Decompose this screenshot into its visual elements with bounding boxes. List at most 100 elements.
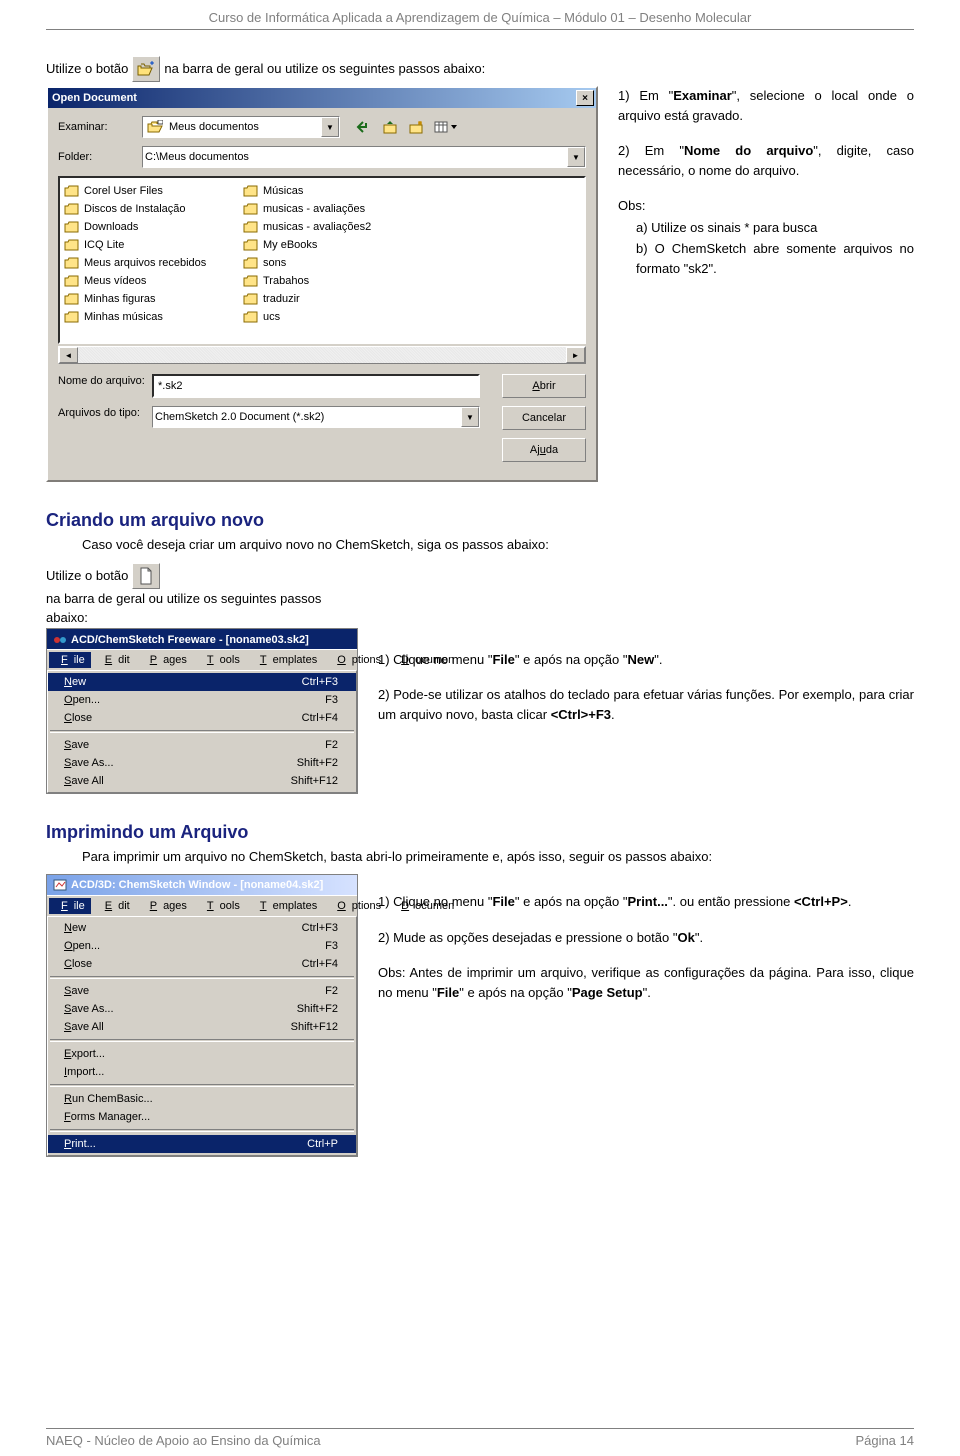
file-label: ucs — [263, 311, 280, 323]
ajuda-button[interactable]: Ajuda — [502, 438, 586, 462]
file-label: Meus arquivos recebidos — [84, 257, 206, 269]
tipo-label: Arquivos do tipo: — [58, 406, 146, 420]
sec-b-intro: Para imprimir um arquivo no ChemSketch, … — [46, 847, 914, 867]
chevron-down-icon[interactable]: ▼ — [567, 147, 585, 167]
menu-edit[interactable]: Edit — [93, 898, 136, 914]
folder-icon — [64, 202, 80, 216]
folder-combo[interactable]: C:\Meus documentos ▼ — [142, 146, 586, 168]
tipo-value: ChemSketch 2.0 Document (*.sk2) — [153, 411, 461, 423]
menu-item[interactable]: CloseCtrl+F4 — [48, 709, 356, 727]
scroll-left-icon[interactable]: ◄ — [59, 347, 78, 363]
menu-item[interactable]: CloseCtrl+F4 — [48, 955, 356, 973]
list-item[interactable]: Minhas músicas — [60, 308, 239, 326]
menubar-1[interactable]: FileEditPagesToolsTemplatesOptionsDocume… — [47, 649, 357, 670]
app-icon — [53, 633, 67, 647]
menu-item[interactable]: Open...F3 — [48, 937, 356, 955]
menu-item[interactable]: Run ChemBasic... — [48, 1090, 356, 1108]
list-item[interactable]: Trabahos — [239, 272, 418, 290]
list-item[interactable]: Minhas figuras — [60, 290, 239, 308]
menu-templates[interactable]: Templates — [248, 652, 323, 668]
folder-icon — [243, 274, 259, 288]
list-item[interactable]: Corel User Files — [60, 182, 239, 200]
up-one-level-icon[interactable] — [378, 116, 402, 138]
nome-label: Nome do arquivo: — [58, 374, 146, 388]
folder-open-icon — [146, 118, 164, 136]
chevron-down-icon[interactable]: ▼ — [321, 117, 339, 137]
list-item[interactable]: Meus vídeos — [60, 272, 239, 290]
abrir-label: brir — [540, 380, 556, 392]
list-item[interactable]: musicas - avaliações — [239, 200, 418, 218]
menu-edit[interactable]: Edit — [93, 652, 136, 668]
menu-templates[interactable]: Templates — [248, 898, 323, 914]
menu-item[interactable]: Save As...Shift+F2 — [48, 1000, 356, 1018]
scroll-right-icon[interactable]: ► — [566, 347, 585, 363]
file-label: My eBooks — [263, 239, 317, 251]
list-item[interactable]: Discos de Instalação — [60, 200, 239, 218]
menu-item[interactable]: SaveF2 — [48, 982, 356, 1000]
page-footer: NAEQ - Núcleo de Apoio ao Ensino da Quím… — [46, 1428, 914, 1448]
folder-icon — [243, 256, 259, 270]
list-item[interactable]: Meus arquivos recebidos — [60, 254, 239, 272]
file-label: musicas - avaliações — [263, 203, 365, 215]
menu-item[interactable]: Export... — [48, 1045, 356, 1063]
list-item[interactable]: traduzir — [239, 290, 418, 308]
tipo-combo[interactable]: ChemSketch 2.0 Document (*.sk2) ▼ — [152, 406, 480, 428]
menu-item[interactable]: NewCtrl+F3 — [48, 919, 356, 937]
file-menu-1: ACD/ChemSketch Freeware - [noname03.sk2]… — [46, 628, 358, 794]
menu-pages[interactable]: Pages — [138, 652, 193, 668]
menu-tools[interactable]: Tools — [195, 898, 246, 914]
menu-item[interactable]: Print...Ctrl+P — [48, 1135, 356, 1153]
menu-item[interactable]: Save AllShift+F12 — [48, 1018, 356, 1036]
scrollbar[interactable]: ◄ ► — [58, 346, 586, 364]
examinar-combo[interactable]: Meus documentos ▼ — [142, 116, 340, 138]
intro-before: Utilize o botão — [46, 59, 128, 79]
list-item[interactable]: ucs — [239, 308, 418, 326]
file-list[interactable]: Corel User Files Discos de Instalação Down… — [58, 176, 586, 344]
app-titlebar-1: ACD/ChemSketch Freeware - [noname03.sk2] — [47, 629, 357, 649]
heading-imprimindo: Imprimindo um Arquivo — [46, 822, 914, 843]
menu-item[interactable]: SaveF2 — [48, 736, 356, 754]
aside-2: 1) Clique no menu "File" e após na opção… — [378, 628, 914, 741]
list-item[interactable]: Músicas — [239, 182, 418, 200]
menulist-2[interactable]: NewCtrl+F3Open...F3CloseCtrl+F4SaveF2Sav… — [47, 916, 357, 1156]
menu-tools[interactable]: Tools — [195, 652, 246, 668]
cancelar-button[interactable]: Cancelar — [502, 406, 586, 430]
menu-item[interactable]: Forms Manager... — [48, 1108, 356, 1126]
menu-item[interactable]: Import... — [48, 1063, 356, 1081]
close-icon[interactable]: × — [576, 90, 594, 106]
examinar-label: Examinar: — [58, 121, 136, 133]
list-item[interactable]: musicas - avaliações2 — [239, 218, 418, 236]
menulist-1[interactable]: NewCtrl+F3Open...F3CloseCtrl+F4SaveF2Sav… — [47, 670, 357, 793]
menu-file[interactable]: File — [49, 652, 91, 668]
chevron-down-icon[interactable]: ▼ — [461, 407, 479, 427]
abrir-button[interactable]: Abrir — [502, 374, 586, 398]
list-item[interactable]: sons — [239, 254, 418, 272]
sec-a-intro: Caso você deseja criar um arquivo novo n… — [46, 535, 914, 555]
nome-input[interactable]: *.sk2 — [152, 374, 480, 398]
examinar-value: Meus documentos — [167, 121, 321, 133]
menu-item[interactable]: Save As...Shift+F2 — [48, 754, 356, 772]
file-label: sons — [263, 257, 286, 269]
menubar-2[interactable]: FileEditPagesToolsTemplatesOptionsDocume… — [47, 895, 357, 916]
menu-pages[interactable]: Pages — [138, 898, 193, 914]
view-menu-icon[interactable] — [430, 116, 462, 138]
file-label: Discos de Instalação — [84, 203, 186, 215]
menu-item[interactable]: Save AllShift+F12 — [48, 772, 356, 790]
file-label: Trabahos — [263, 275, 309, 287]
folder-label: Folder: — [58, 151, 136, 163]
folder-icon — [243, 184, 259, 198]
footer-right: Página 14 — [855, 1433, 914, 1448]
folder-icon — [64, 220, 80, 234]
list-item[interactable]: Downloads — [60, 218, 239, 236]
menu-item[interactable]: Open...F3 — [48, 691, 356, 709]
menu-item[interactable]: NewCtrl+F3 — [48, 673, 356, 691]
back-icon[interactable] — [352, 116, 376, 138]
new-folder-icon[interactable] — [404, 116, 428, 138]
folder-icon — [64, 256, 80, 270]
list-item[interactable]: My eBooks — [239, 236, 418, 254]
list-item[interactable]: ICQ Lite — [60, 236, 239, 254]
folder-icon — [64, 310, 80, 324]
menu-file[interactable]: File — [49, 898, 91, 914]
folder-icon — [64, 274, 80, 288]
heading-criando: Criando um arquivo novo — [46, 510, 914, 531]
